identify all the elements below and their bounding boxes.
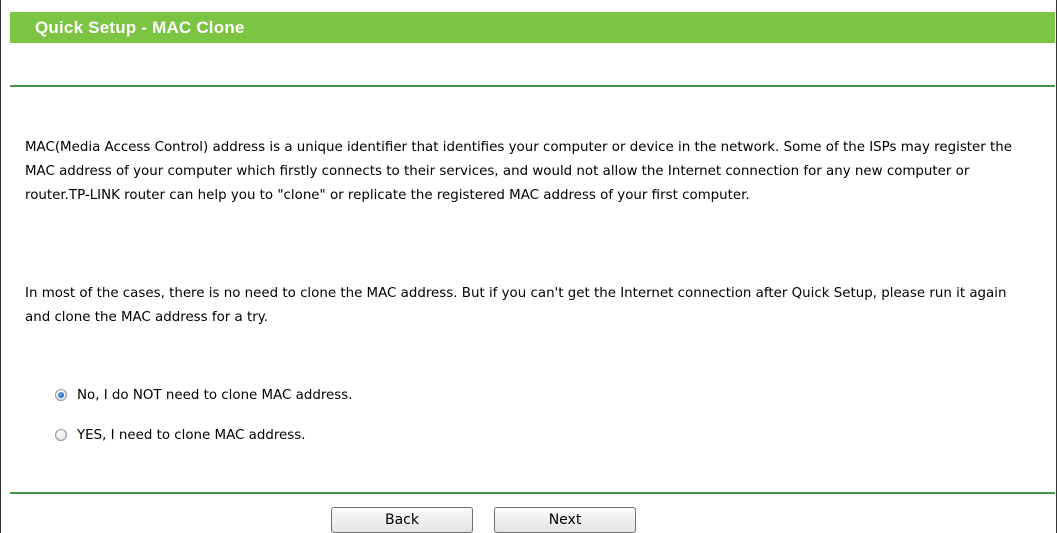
bottom-divider xyxy=(10,492,1055,494)
title-bar: Quick Setup - MAC Clone xyxy=(10,12,1055,43)
no-clone-option[interactable]: No, I do NOT need to clone MAC address. xyxy=(55,385,353,405)
page-frame: Quick Setup - MAC Clone MAC(Media Access… xyxy=(0,0,1057,533)
mac-description-text: MAC(Media Access Control) address is a u… xyxy=(25,140,1013,203)
no-clone-radio[interactable] xyxy=(55,389,67,401)
yes-clone-label[interactable]: YES, I need to clone MAC address. xyxy=(77,428,305,443)
page-title: Quick Setup - MAC Clone xyxy=(35,18,245,37)
next-button[interactable]: Next xyxy=(494,507,636,533)
yes-clone-radio[interactable] xyxy=(55,429,67,441)
no-clone-label[interactable]: No, I do NOT need to clone MAC address. xyxy=(77,388,353,403)
back-button[interactable]: Back xyxy=(331,507,473,533)
yes-clone-option[interactable]: YES, I need to clone MAC address. xyxy=(55,425,305,445)
top-divider xyxy=(10,85,1055,87)
clone-advice-text: In most of the cases, there is no need t… xyxy=(25,286,1007,325)
